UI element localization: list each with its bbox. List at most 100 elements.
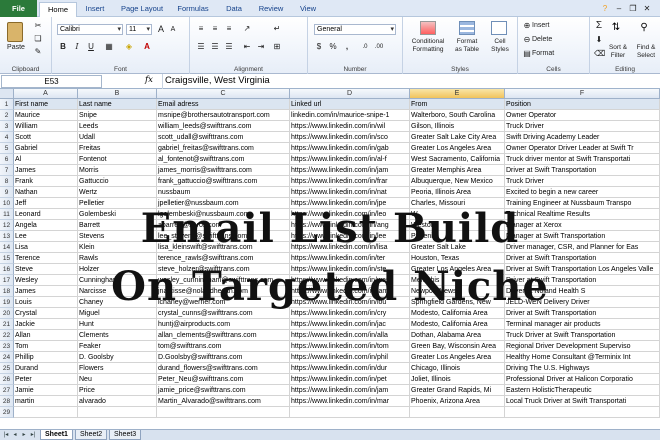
delete-button[interactable]: Delete — [532, 36, 560, 44]
row-header[interactable]: 23 — [0, 341, 14, 352]
minimize-icon[interactable]: – — [614, 4, 624, 14]
table-cell[interactable] — [410, 407, 505, 418]
restore-icon[interactable]: ❐ — [628, 4, 638, 14]
grow-font-icon[interactable]: A — [156, 24, 166, 34]
cut-icon[interactable]: ✂ — [33, 21, 43, 31]
tab-home[interactable]: Home — [39, 2, 77, 17]
table-cell[interactable]: Peter — [14, 374, 78, 385]
formula-input[interactable]: Craigsville, West Virginia — [162, 74, 660, 89]
table-cell[interactable]: durand_flowers@swifttrans.com — [157, 363, 290, 374]
align-center-icon[interactable]: ☰ — [210, 42, 220, 52]
table-cell[interactable]: al_fontenot@swifttrans.com — [157, 154, 290, 165]
column-header-c[interactable]: C — [157, 89, 290, 99]
table-cell[interactable] — [157, 407, 290, 418]
increase-indent-icon[interactable]: ⇥ — [256, 42, 266, 52]
orientation-icon[interactable]: ↗ — [242, 24, 252, 34]
table-cell[interactable]: Phoenix, Arizona Area — [410, 396, 505, 407]
sheet-tab-sheet1[interactable]: Sheet1 — [40, 430, 73, 440]
find-select-icon[interactable]: ⚲ — [638, 21, 650, 35]
table-cell[interactable]: Allan — [14, 330, 78, 341]
clear-icon[interactable]: ⌫ — [594, 49, 605, 59]
autosum-icon[interactable]: Σ — [594, 21, 604, 31]
table-cell[interactable]: Clements — [78, 330, 157, 341]
row-header[interactable]: 27 — [0, 385, 14, 396]
table-cell[interactable]: Owner Operator — [505, 110, 660, 121]
last-sheet-icon[interactable]: ▸| — [29, 431, 37, 440]
number-format-combo[interactable]: General — [314, 24, 396, 35]
sheet-tab-sheet2[interactable]: Sheet2 — [75, 430, 108, 440]
table-cell[interactable]: Greater Memphis Area — [410, 165, 505, 176]
table-cell[interactable]: allan_clements@swifttrans.com — [157, 330, 290, 341]
row-header[interactable]: 26 — [0, 374, 14, 385]
paste-icon[interactable] — [7, 22, 23, 42]
tab-review[interactable]: Review — [253, 2, 289, 17]
table-cell[interactable]: William — [14, 121, 78, 132]
sort-filter-icon[interactable]: ⇅ — [610, 21, 622, 35]
underline-button[interactable]: U — [86, 42, 96, 52]
percent-icon[interactable]: % — [328, 42, 338, 52]
table-cell[interactable]: Leeds — [78, 121, 157, 132]
format-as-table-button[interactable]: Format as Table — [453, 38, 481, 54]
row-header[interactable]: 21 — [0, 319, 14, 330]
format-as-table-icon[interactable] — [459, 21, 475, 35]
header-cell[interactable]: From — [410, 99, 505, 110]
table-cell[interactable]: tom@swifttrans.com — [157, 341, 290, 352]
table-cell[interactable]: Morris — [78, 165, 157, 176]
row-header[interactable]: 7 — [0, 165, 14, 176]
font-size-combo[interactable]: 11 — [126, 24, 152, 35]
row-header[interactable]: 1 — [0, 99, 14, 110]
table-cell[interactable]: Chicago, Illinois — [410, 363, 505, 374]
table-cell[interactable]: Gabriel — [14, 143, 78, 154]
table-cell[interactable]: https://www.linkedin.com/in/sco — [290, 132, 410, 143]
table-cell[interactable]: Jackie — [14, 319, 78, 330]
worksheet-grid[interactable]: A B C D E F 1 First name Last name Email adress Li… — [0, 89, 660, 429]
table-cell[interactable]: scott_udall@swifttrans.com — [157, 132, 290, 143]
table-cell[interactable]: Gilson, Illinois — [410, 121, 505, 132]
table-cell[interactable]: Peoria, Illinois Area — [410, 187, 505, 198]
table-cell[interactable]: william_leeds@swifttrans.com — [157, 121, 290, 132]
column-header-e[interactable]: E — [410, 89, 505, 99]
wrap-text-icon[interactable]: ↵ — [272, 24, 282, 34]
row-header[interactable]: 22 — [0, 330, 14, 341]
table-cell[interactable]: Driving The U.S. Highways — [505, 363, 660, 374]
header-cell[interactable]: Linked url — [290, 99, 410, 110]
table-cell[interactable]: jamie_price@swifttrans.com — [157, 385, 290, 396]
merge-center-icon[interactable]: ⊞ — [272, 42, 282, 52]
table-cell[interactable]: Jamie — [14, 385, 78, 396]
tab-insert[interactable]: Insert — [80, 2, 110, 17]
header-cell[interactable]: Email adress — [157, 99, 290, 110]
table-cell[interactable]: msnipe@brothersautotransport.com — [157, 110, 290, 121]
table-cell[interactable]: Al — [14, 154, 78, 165]
table-cell[interactable]: Terminal manager air products — [505, 319, 660, 330]
table-cell[interactable]: D. Goolsby — [78, 352, 157, 363]
table-cell[interactable]: Green Bay, Wisconsin Area — [410, 341, 505, 352]
table-cell[interactable]: Greater Los Angeles Area — [410, 352, 505, 363]
table-cell[interactable]: Fontenot — [78, 154, 157, 165]
table-cell[interactable]: https://www.linkedin.com/in/frar — [290, 176, 410, 187]
header-cell[interactable]: Position — [505, 99, 660, 110]
table-cell[interactable]: Phillip — [14, 352, 78, 363]
row-header[interactable]: 29 — [0, 407, 14, 418]
row-header[interactable]: 25 — [0, 363, 14, 374]
tab-formulas[interactable]: Formulas — [172, 2, 214, 17]
name-box[interactable]: E53 — [1, 75, 102, 88]
table-cell[interactable]: Modesto, California Area — [410, 319, 505, 330]
format-button[interactable]: Format — [532, 50, 562, 58]
tab-page-layout[interactable]: Page Layout — [115, 2, 169, 17]
table-cell[interactable] — [78, 407, 157, 418]
table-cell[interactable]: https://www.linkedin.com/in/phil — [290, 352, 410, 363]
table-cell[interactable]: Professional Driver at Halicon Corporati… — [505, 374, 660, 385]
table-cell[interactable]: Truck Driver at Swift Transportation — [505, 330, 660, 341]
table-cell[interactable]: Eastern HolisticTherapeutic — [505, 385, 660, 396]
insert-button[interactable]: Insert — [532, 22, 558, 30]
font-color-icon[interactable]: A — [142, 42, 152, 52]
row-header[interactable]: 5 — [0, 143, 14, 154]
table-cell[interactable]: Wertz — [78, 187, 157, 198]
table-cell[interactable]: Swift Driving Academy Leader — [505, 132, 660, 143]
table-cell[interactable]: Martin_Alvarado@swifttrans.com — [157, 396, 290, 407]
table-cell[interactable]: Nathan — [14, 187, 78, 198]
table-cell[interactable]: Frank — [14, 176, 78, 187]
table-cell[interactable]: Peter_Neu@swifttrans.com — [157, 374, 290, 385]
font-name-combo[interactable]: Calibri — [57, 24, 123, 35]
fill-color-icon[interactable]: ◈ — [124, 42, 134, 52]
